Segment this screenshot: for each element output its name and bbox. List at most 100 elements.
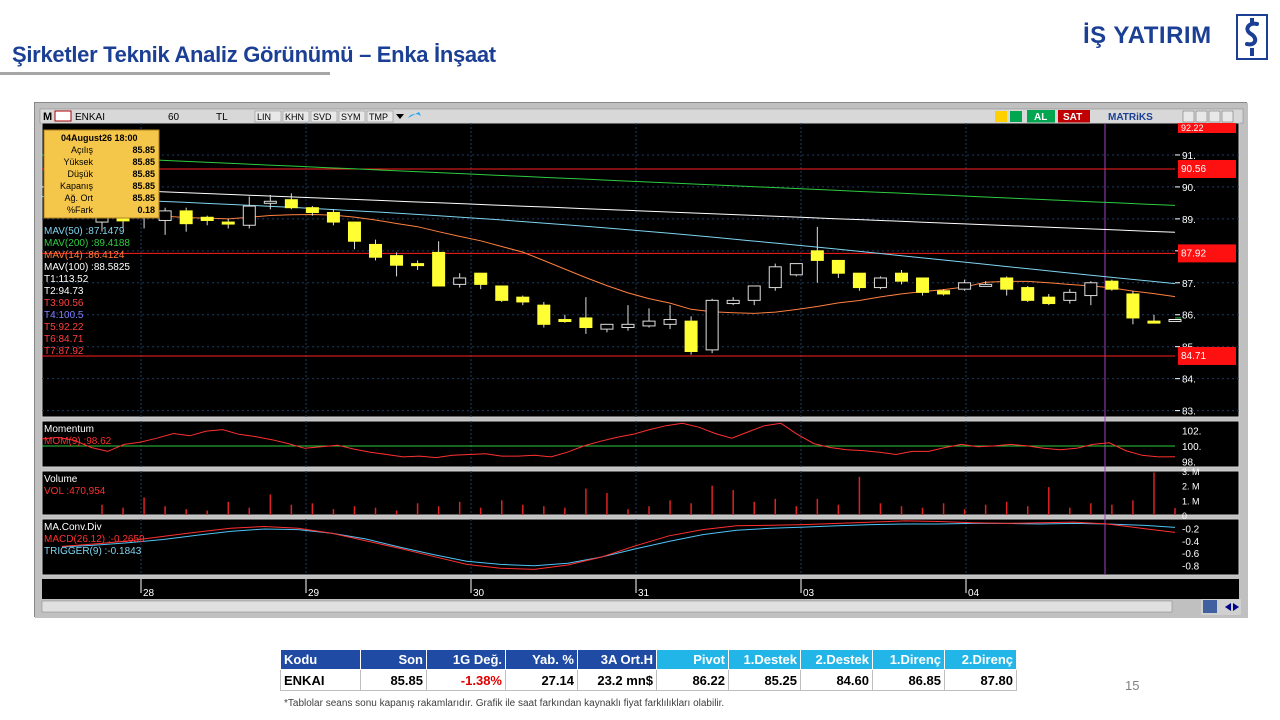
chart-window[interactable]: M ENKAI 60 TL LIN KHN SVD SYM TMP AL SAT MATRiKS 28 2… xyxy=(34,102,1248,618)
price-tick-label: 89. xyxy=(1182,215,1196,226)
momentum-title: Momentum xyxy=(44,424,94,435)
chart-canvas[interactable]: M ENKAI 60 TL LIN KHN SVD SYM TMP AL SAT MATRiKS 28 2… xyxy=(35,103,1248,618)
indicator-t1: T1:113.52 xyxy=(44,274,89,285)
candle xyxy=(873,277,887,289)
toolbar-button-khn[interactable]: KHN xyxy=(285,112,304,122)
time-label: 03 xyxy=(803,588,815,599)
indicator-t7: T7:87.92 xyxy=(44,346,84,357)
table-header-6: 1.Destek xyxy=(728,649,801,670)
table-header-row: Kodu Son 1G Değ. Yab. % 3A Ort.H Pivot 1.Deste… xyxy=(280,649,1017,670)
candle xyxy=(179,210,193,225)
candle xyxy=(1063,291,1077,301)
candle xyxy=(789,263,803,276)
volume-title: Volume xyxy=(44,474,78,485)
candle xyxy=(432,251,446,287)
buy-label[interactable]: AL xyxy=(1034,112,1047,123)
macd-panel[interactable] xyxy=(41,518,1240,576)
page-number: 15 xyxy=(1125,678,1140,693)
m-menu-button[interactable]: M xyxy=(43,111,52,123)
info-label: Açılış xyxy=(71,145,94,155)
candle xyxy=(263,200,277,204)
momentum-panel[interactable] xyxy=(41,420,1240,468)
price-panel[interactable] xyxy=(41,122,1240,418)
indicator-t2: T2:94.73 xyxy=(44,286,84,297)
lightning-icon[interactable] xyxy=(995,111,1007,122)
candle xyxy=(1126,293,1140,319)
candle xyxy=(642,320,656,327)
time-label: 28 xyxy=(143,588,155,599)
toolbar-button-lin[interactable]: LIN xyxy=(257,112,271,122)
candle xyxy=(726,299,740,305)
indicator-t6: T6:84.71 xyxy=(44,334,84,345)
chart-type-icon[interactable] xyxy=(54,110,72,122)
maximize-icon[interactable] xyxy=(1208,110,1221,123)
candle xyxy=(369,243,383,258)
macd-value: MACD(26.12) :-0.2659 xyxy=(44,534,145,545)
momentum-tick-label: 100. xyxy=(1182,442,1201,453)
candle xyxy=(537,304,551,325)
candle xyxy=(684,320,698,352)
candle xyxy=(1105,280,1119,290)
horizontal-scrollbar[interactable] xyxy=(41,600,1173,613)
logo-text: İŞ YATIRIM xyxy=(1083,22,1212,49)
refresh-icon[interactable] xyxy=(1203,600,1217,613)
table-cell-1: 85.85 xyxy=(360,669,427,691)
candle xyxy=(852,272,866,289)
summary-table: Kodu Son 1G Değ. Yab. % 3A Ort.H Pivot 1.Deste… xyxy=(280,649,1017,691)
table-cell-9: 87.80 xyxy=(944,669,1017,691)
info-label: Ağ. Ort xyxy=(64,193,93,203)
table-cell-3: 27.14 xyxy=(505,669,578,691)
time-label: 30 xyxy=(473,588,485,599)
price-tick-label: 90. xyxy=(1182,183,1196,194)
candle xyxy=(979,283,993,287)
indicator-t3: T3:90.56 xyxy=(44,298,84,309)
sell-label[interactable]: SAT xyxy=(1063,112,1082,123)
candle xyxy=(516,296,530,303)
candle xyxy=(579,317,593,329)
candle xyxy=(663,319,677,325)
chevron-down-icon[interactable] xyxy=(1182,110,1195,123)
time-label: 31 xyxy=(638,588,650,599)
table-header-9: 2.Direnç xyxy=(944,649,1017,670)
level-tag-label: 90.56 xyxy=(1181,164,1206,175)
table-cell-2: -1.38% xyxy=(426,669,506,691)
candle xyxy=(1042,296,1056,305)
table-header-3: Yab. % xyxy=(505,649,578,670)
table-header-1: Son xyxy=(360,649,427,670)
volume-tick-label: 0 xyxy=(1182,511,1187,521)
candle xyxy=(1084,282,1098,297)
volume-panel[interactable] xyxy=(41,470,1240,516)
toolbar-button-sym[interactable]: SYM xyxy=(341,112,361,122)
info-value: 0.18 xyxy=(137,205,155,215)
price-tick-label: 83. xyxy=(1182,407,1196,418)
candle xyxy=(747,285,761,301)
info-value: 85.85 xyxy=(132,193,155,203)
period-field[interactable]: 60 xyxy=(168,112,180,123)
indicator-t4: T4:100.5 xyxy=(44,310,84,321)
info-value: 85.85 xyxy=(132,145,155,155)
minimize-icon[interactable] xyxy=(1195,110,1208,123)
candle xyxy=(495,285,509,301)
table-cell-0: ENKAI xyxy=(280,669,361,691)
toolbar-button-svd[interactable]: SVD xyxy=(313,112,332,122)
macd-tick-label: -0.6 xyxy=(1182,549,1200,560)
volume-value: VOL :470,954 xyxy=(44,486,106,497)
candle xyxy=(621,323,635,329)
candle xyxy=(116,218,130,222)
symbol-field[interactable]: ENKAI xyxy=(75,112,105,123)
macd-tick-label: -0.8 xyxy=(1182,562,1200,573)
table-row: ENKAI 85.85 -1.38% 27.14 23.2 mn$ 86.22 85.25 8… xyxy=(280,669,1017,691)
info-label: Kapanış xyxy=(60,181,94,191)
refresh-c-icon[interactable] xyxy=(1010,111,1022,122)
candle xyxy=(305,207,319,213)
candle xyxy=(242,205,256,226)
info-value: 85.85 xyxy=(132,169,155,179)
currency-field[interactable]: TL xyxy=(216,112,228,123)
indicator-mav100: MAV(100) :88.5825 xyxy=(44,262,130,273)
table-header-7: 2.Destek xyxy=(800,649,873,670)
toolbar-button-tmp[interactable]: TMP xyxy=(369,112,388,122)
candle xyxy=(411,263,425,267)
close-icon[interactable] xyxy=(1221,110,1234,123)
indicator-mav200: MAV(200) :89.4188 xyxy=(44,238,130,249)
indicator-mav14: MAV(14) :86.4124 xyxy=(44,250,125,261)
